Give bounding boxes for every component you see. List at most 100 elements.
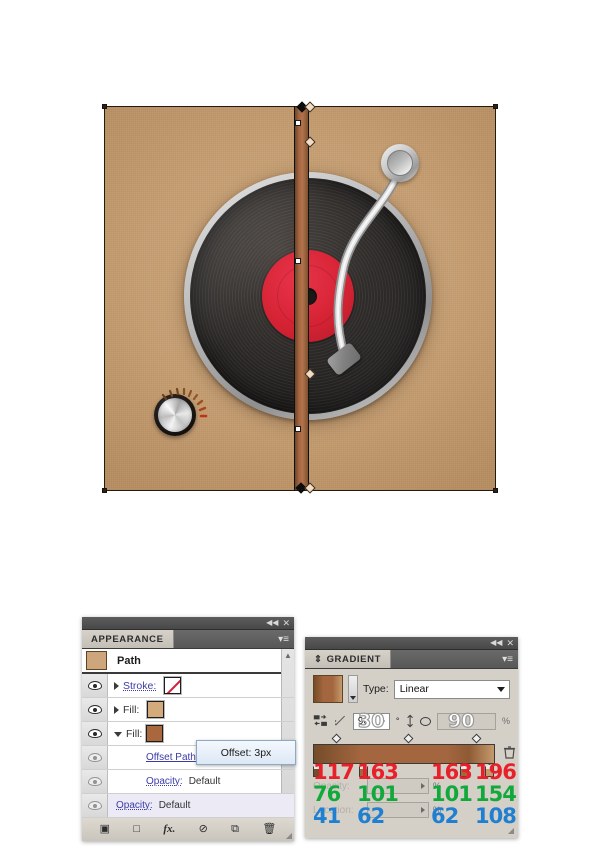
disclosure-triangle-fill-1[interactable] — [114, 705, 119, 714]
delete-item-icon[interactable]: 🗑 — [262, 823, 276, 835]
gradient-type-select[interactable]: Linear — [393, 679, 510, 699]
visibility-toggle-opacity-object[interactable] — [82, 794, 108, 817]
gradient-midpoint-2[interactable] — [471, 733, 482, 744]
gradient-type-row[interactable]: Type: Linear — [313, 675, 510, 703]
panel-menu-icon[interactable]: ▾≡ — [497, 650, 518, 668]
visibility-toggle-opacity-nested[interactable] — [82, 770, 108, 793]
eye-icon[interactable] — [87, 801, 102, 810]
appearance-row-stroke[interactable]: Stroke: — [82, 674, 294, 698]
opacity-stepper-icon[interactable] — [421, 783, 425, 789]
gradient-opacity-input[interactable] — [367, 778, 429, 794]
chevron-down-icon[interactable] — [497, 686, 505, 692]
path-edge-right — [308, 106, 309, 491]
add-new-fill-icon[interactable]: □ — [133, 823, 140, 835]
appearance-row-fill-1[interactable]: Fill: — [82, 698, 294, 722]
delete-stop-icon[interactable] — [503, 745, 516, 760]
gradient-panel-titlebar: ◀◀ ✕ — [305, 637, 518, 650]
gradient-panel-body[interactable]: Type: Linear 90 ° % Opacity: % Location:… — [305, 669, 518, 838]
eye-icon[interactable] — [87, 729, 102, 738]
appearance-row-opacity-nested[interactable]: Opacity: Default — [82, 770, 294, 794]
gradient-midpoint-0[interactable] — [331, 733, 342, 744]
collapse-icon[interactable]: ◀◀ — [266, 619, 278, 627]
gradient-location-label: Location: — [313, 804, 354, 816]
gradient-aspect-input[interactable] — [436, 712, 496, 730]
path-anchor-middle[interactable] — [295, 258, 301, 264]
angle-stepper-icon[interactable] — [380, 718, 385, 724]
appearance-list[interactable]: ▲ ▼ Path Stroke: Fill: — [82, 649, 294, 818]
visibility-toggle-stroke[interactable] — [82, 674, 108, 697]
gradient-stop-3-handle — [485, 764, 494, 769]
visibility-toggle-fill-2[interactable] — [82, 722, 108, 745]
gradient-presets-dropdown[interactable] — [348, 675, 358, 703]
gradient-panel[interactable]: ◀◀ ✕ ⇕ GRADIENT ▾≡ Type: Linear 90 ° % O… — [305, 637, 518, 838]
gradient-angle-row[interactable]: 90 ° % — [313, 710, 510, 732]
aspect-ratio-arrow-icon — [406, 714, 413, 728]
visibility-toggle-fill-1[interactable] — [82, 698, 108, 721]
add-new-stroke-icon[interactable]: ▣ — [100, 823, 110, 835]
disclosure-triangle-fill-2[interactable] — [114, 732, 122, 737]
eye-icon[interactable] — [87, 753, 102, 762]
path-anchor-lower[interactable] — [295, 426, 301, 432]
tab-appearance[interactable]: APPEARANCE — [82, 630, 174, 648]
close-icon[interactable]: ✕ — [506, 638, 514, 648]
collapse-icon[interactable]: ◀◀ — [490, 639, 502, 647]
location-percent-symbol: % — [433, 805, 442, 815]
stroke-swatch-none-icon[interactable] — [163, 676, 183, 695]
gradient-location-row[interactable]: Location: % — [313, 800, 510, 820]
opacity-label-nested[interactable]: Opacity: — [146, 776, 183, 787]
panel-menu-icon[interactable]: ▾≡ — [273, 630, 294, 648]
target-title: Path — [117, 654, 141, 667]
appearance-panel[interactable]: ◀◀ ✕ APPEARANCE ▾≡ ▲ ▼ Path Stroke: — [82, 617, 294, 841]
gradient-opacity-row[interactable]: Opacity: % — [313, 776, 510, 796]
duplicate-item-icon[interactable]: ⧉ — [231, 823, 239, 835]
row-label-fill-2[interactable]: Fill: — [126, 728, 142, 740]
visibility-toggle-offset-path[interactable] — [82, 746, 108, 769]
tab-gradient-label: GRADIENT — [326, 653, 381, 665]
gradient-angle-icon — [334, 715, 345, 726]
disclosure-triangle-stroke[interactable] — [114, 681, 119, 690]
effect-label-offset-path[interactable]: Offset Path — [146, 752, 196, 763]
gradient-panel-resize-grip[interactable]: ◢ — [508, 826, 514, 835]
aspect-percent-symbol: % — [502, 716, 511, 726]
offset-tooltip-text: Offset: 3px — [220, 746, 272, 759]
gradient-midpoint-1[interactable] — [403, 733, 414, 744]
clear-appearance-icon[interactable]: ⊘ — [199, 823, 208, 835]
row-label-fill-1[interactable]: Fill: — [123, 704, 139, 716]
appearance-panel-tabbar[interactable]: APPEARANCE ▾≡ — [82, 630, 294, 649]
tabbar-filler — [174, 630, 274, 648]
gradient-location-input[interactable] — [367, 802, 429, 818]
tonearm-pivot-inner — [387, 150, 413, 176]
appearance-target-row[interactable]: Path — [82, 649, 294, 674]
scroll-up-icon[interactable]: ▲ — [282, 651, 294, 660]
gradient-opacity-label: Opacity: — [313, 780, 350, 792]
opacity-percent-symbol: % — [433, 781, 442, 791]
selected-gradient-strip[interactable] — [294, 106, 308, 491]
target-swatch[interactable] — [86, 651, 107, 670]
eye-icon[interactable] — [87, 681, 102, 690]
artboard-turntable-illustration[interactable] — [104, 106, 496, 491]
eye-icon[interactable] — [87, 705, 102, 714]
gradient-preview-swatch[interactable] — [313, 675, 343, 703]
gradient-panel-tabbar[interactable]: ⇕ GRADIENT ▾≡ — [305, 650, 518, 669]
illustrator-canvas[interactable] — [0, 0, 600, 600]
eye-icon[interactable] — [87, 777, 102, 786]
close-icon[interactable]: ✕ — [282, 618, 290, 628]
gradient-angle-input[interactable]: 90 — [352, 712, 390, 730]
appearance-panel-footer[interactable]: ▣ □ fx. ⊘ ⧉ 🗑 ◢ — [82, 816, 294, 841]
row-label-stroke[interactable]: Stroke: — [123, 680, 156, 692]
fill-1-swatch[interactable] — [146, 700, 166, 719]
gradient-ramp-area[interactable] — [313, 733, 515, 777]
opacity-label-object[interactable]: Opacity: — [116, 800, 153, 811]
add-new-effect-icon[interactable]: fx. — [163, 823, 175, 835]
reverse-gradient-icon[interactable] — [313, 713, 328, 729]
panel-resize-grip[interactable]: ◢ — [286, 831, 292, 840]
opacity-value-nested: Default — [188, 776, 221, 787]
gradient-ramp[interactable] — [313, 744, 495, 764]
tab-drag-icon: ⇕ — [314, 653, 323, 665]
tab-gradient[interactable]: ⇕ GRADIENT — [305, 650, 391, 668]
location-stepper-icon[interactable] — [421, 807, 425, 813]
type-label: Type: — [363, 683, 389, 695]
path-anchor-upper[interactable] — [295, 120, 301, 126]
appearance-row-opacity-object[interactable]: Opacity: Default — [82, 794, 294, 818]
fill-2-swatch[interactable] — [145, 724, 165, 743]
